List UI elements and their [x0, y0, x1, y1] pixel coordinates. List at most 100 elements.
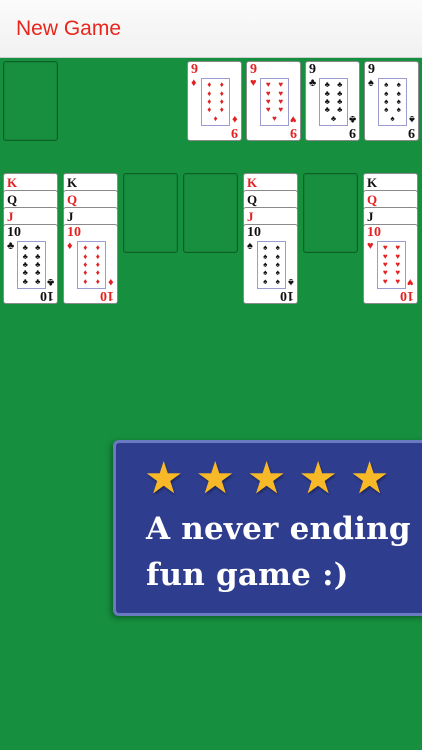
top-bar: New Game	[0, 0, 422, 58]
card-rank: 9	[191, 62, 198, 77]
suit-pip-icon: ♦	[213, 113, 218, 123]
suit-pip-icon: ♠	[263, 276, 268, 286]
card-rank: K	[7, 175, 18, 190]
card-rank-bottom: 10	[40, 288, 54, 303]
card-face: ♣ ♣ ♣ ♣ ♣ ♣ ♣ ♣ ♣ ♣	[17, 241, 46, 289]
suit-pip-icon: ♦	[95, 243, 100, 253]
card-rank-bottom: 10	[280, 288, 294, 303]
card-face: ♥ ♥ ♥ ♥ ♥ ♥ ♥ ♥ ♥ ♥	[377, 241, 406, 289]
card-rank: 10	[367, 225, 381, 240]
card-suit-icon: ♠	[368, 77, 374, 89]
suit-pip-icon: ♠	[275, 243, 280, 253]
card-rank: 9	[309, 62, 316, 77]
star-icon: ★	[298, 453, 338, 504]
card-rank: Q	[247, 192, 258, 207]
tableau-card-partial[interactable]: J	[63, 207, 118, 225]
star-icon: ★	[144, 453, 184, 504]
promo-line-2: fun game :)	[146, 557, 349, 593]
tableau-card-top[interactable]: 10 ♥ ♥ ♥ ♥ ♥ ♥ ♥ ♥ ♥ ♥ ♥ ♥ 10	[363, 224, 418, 304]
suit-pip-icon: ♦	[219, 105, 224, 115]
card-rank: J	[7, 209, 14, 224]
card-face: ♦ ♦ ♦ ♦ ♦ ♦ ♦ ♦ ♦ ♦	[77, 241, 106, 289]
tableau-card-top[interactable]: 10 ♠ ♠ ♠ ♠ ♠ ♠ ♠ ♠ ♠ ♠ ♠ ♠ 10	[243, 224, 298, 304]
card-rank: J	[367, 209, 374, 224]
card-rank: Q	[367, 192, 378, 207]
card-rank: K	[247, 175, 258, 190]
suit-pip-icon: ♣	[324, 80, 330, 90]
tableau-card-top[interactable]: 10 ♦ ♦ ♦ ♦ ♦ ♦ ♦ ♦ ♦ ♦ ♦ ♦ 10	[63, 224, 118, 304]
card-rank-bottom: 10	[100, 288, 114, 303]
suit-pip-icon: ♦	[207, 80, 212, 90]
suit-pip-icon: ♥	[272, 113, 277, 123]
tableau-card-partial[interactable]: Q	[3, 190, 58, 208]
card-rank: J	[247, 209, 254, 224]
suit-pip-icon: ♥	[278, 80, 284, 90]
card-rank-bottom: 9	[290, 125, 297, 140]
stock-slot[interactable]	[3, 61, 58, 141]
suit-pip-icon: ♥	[265, 80, 271, 90]
suit-pip-icon: ♥	[382, 243, 388, 253]
foundation-card-3[interactable]: 9 ♣ ♣ ♣ ♣ ♣ ♣ ♣ ♣ ♣ ♣ ♣ 9	[305, 61, 360, 141]
suit-pip-icon: ♠	[263, 243, 268, 253]
suit-pip-icon: ♥	[395, 276, 401, 286]
card-rank-bottom: 9	[231, 125, 238, 140]
star-icon: ★	[349, 453, 390, 504]
card-suit-icon-bottom: ♣	[348, 113, 356, 125]
promo-line-1: A never ending	[146, 511, 411, 547]
card-rank: Q	[7, 192, 18, 207]
suit-pip-icon: ♦	[219, 80, 224, 90]
tableau-empty-slot[interactable]	[123, 173, 178, 253]
suit-pip-icon: ♠	[275, 276, 280, 286]
tableau-card-partial[interactable]: J	[243, 207, 298, 225]
foundation-card-2[interactable]: 9 ♥ ♥ ♥ ♥ ♥ ♥ ♥ ♥ ♥ ♥ ♥ 9	[246, 61, 301, 141]
card-suit-icon-bottom: ♠	[288, 276, 294, 288]
tableau-card-partial[interactable]: J	[363, 207, 418, 225]
card-rank: 10	[67, 225, 81, 240]
tableau-card-partial[interactable]: K	[243, 173, 298, 191]
card-face: ♥ ♥ ♥ ♥ ♥ ♥ ♥ ♥ ♥	[260, 78, 289, 126]
card-face: ♦ ♦ ♦ ♦ ♦ ♦ ♦ ♦ ♦	[201, 78, 230, 126]
card-suit-icon: ♣	[7, 240, 15, 252]
tableau-card-partial[interactable]: K	[63, 173, 118, 191]
suit-pip-icon: ♣	[22, 243, 28, 253]
foundation-card-1[interactable]: 9 ♦ ♦ ♦ ♦ ♦ ♦ ♦ ♦ ♦ ♦ ♦ 9	[187, 61, 242, 141]
card-rank-bottom: 9	[349, 125, 356, 140]
promo-banner: ★ ★ ★ ★ ★ A never ending fun game :)	[113, 440, 422, 616]
suit-pip-icon: ♠	[390, 113, 395, 123]
card-rank: 9	[250, 62, 257, 77]
card-rank: Q	[67, 192, 78, 207]
card-suit-icon: ♠	[247, 240, 253, 252]
tableau-card-partial[interactable]: K	[363, 173, 418, 191]
card-rank: 10	[7, 225, 21, 240]
card-suit-icon-bottom: ♣	[46, 276, 54, 288]
card-face: ♠ ♠ ♠ ♠ ♠ ♠ ♠ ♠ ♠ ♠	[257, 241, 286, 289]
tableau-card-partial[interactable]: Q	[243, 190, 298, 208]
tableau-empty-slot[interactable]	[183, 173, 238, 253]
card-suit-icon: ♦	[67, 240, 73, 252]
card-suit-icon-bottom: ♥	[407, 276, 414, 288]
card-rank: 10	[247, 225, 261, 240]
card-suit-icon: ♥	[367, 240, 374, 252]
new-game-button[interactable]: New Game	[16, 17, 121, 41]
card-rank-bottom: 9	[408, 125, 415, 140]
star-icon: ★	[246, 453, 287, 504]
suit-pip-icon: ♣	[337, 80, 343, 90]
suit-pip-icon: ♣	[35, 276, 41, 286]
card-suit-icon-bottom: ♦	[232, 113, 238, 125]
foundation-card-4[interactable]: 9 ♠ ♠ ♠ ♠ ♠ ♠ ♠ ♠ ♠ ♠ ♠ 9	[364, 61, 419, 141]
tableau-empty-slot[interactable]	[303, 173, 358, 253]
suit-pip-icon: ♥	[395, 243, 401, 253]
card-rank: K	[67, 175, 78, 190]
suit-pip-icon: ♦	[83, 243, 88, 253]
tableau-card-partial[interactable]: Q	[63, 190, 118, 208]
rating-stars: ★ ★ ★ ★ ★	[144, 457, 389, 501]
suit-pip-icon: ♣	[22, 276, 28, 286]
tableau-card-partial[interactable]: Q	[363, 190, 418, 208]
card-suit-icon: ♦	[191, 77, 197, 89]
card-suit-icon-bottom: ♠	[409, 113, 415, 125]
suit-pip-icon: ♣	[330, 113, 337, 123]
tableau-card-top[interactable]: 10 ♣ ♣ ♣ ♣ ♣ ♣ ♣ ♣ ♣ ♣ ♣ ♣ 10	[3, 224, 58, 304]
tableau-card-partial[interactable]: J	[3, 207, 58, 225]
tableau-card-partial[interactable]: K	[3, 173, 58, 191]
card-rank: 9	[368, 62, 375, 77]
